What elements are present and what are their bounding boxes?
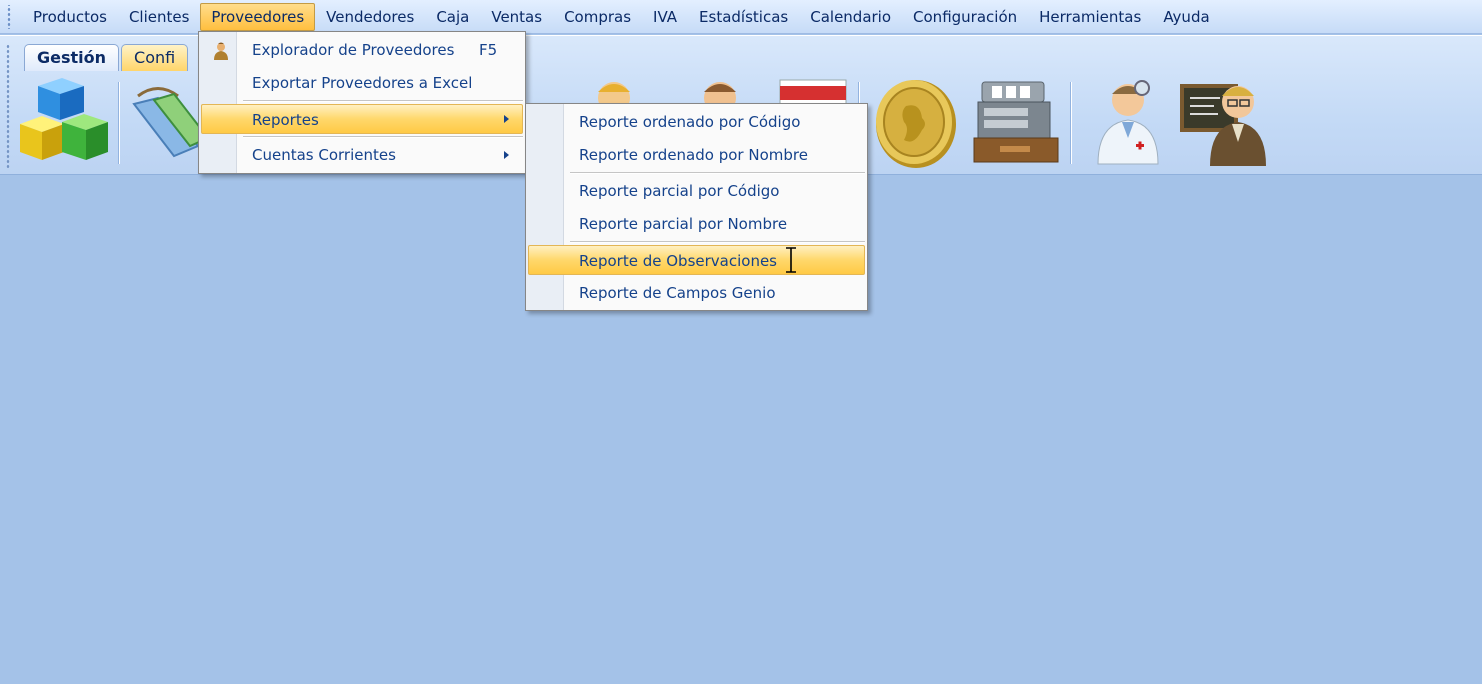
menu-compras[interactable]: Compras: [553, 3, 642, 31]
menu-configuracion[interactable]: Configuración: [902, 3, 1028, 31]
menu-herramientas[interactable]: Herramientas: [1028, 3, 1152, 31]
ribbon-separator: [118, 82, 119, 164]
ribbon-tabs: Gestión Confi: [24, 44, 189, 71]
menu-caja[interactable]: Caja: [425, 3, 480, 31]
menu-productos[interactable]: Productos: [22, 3, 118, 31]
menu-iva[interactable]: IVA: [642, 3, 688, 31]
menu-estadisticas[interactable]: Estadísticas: [688, 3, 799, 31]
menu-item-label: Reporte ordenado por Nombre: [579, 146, 808, 164]
menu-item-reporte-ordenado-nombre[interactable]: Reporte ordenado por Nombre: [528, 140, 865, 170]
ribbon-separator: [1070, 82, 1071, 164]
menu-separator: [243, 136, 523, 137]
menu-item-reporte-ordenado-codigo[interactable]: Reporte ordenado por Código: [528, 107, 865, 137]
submenu-arrow-icon: [504, 151, 509, 159]
ribbon-grip[interactable]: [6, 44, 12, 168]
doctor-icon[interactable]: [1084, 76, 1176, 168]
menu-item-exportar-excel[interactable]: Exportar Proveedores a Excel: [201, 68, 523, 98]
menu-item-label: Cuentas Corrientes: [252, 146, 396, 164]
menu-calendario[interactable]: Calendario: [799, 3, 902, 31]
teacher-icon[interactable]: [1180, 76, 1272, 168]
submenu-arrow-icon: [504, 115, 509, 123]
tab-configuracion[interactable]: Confi: [121, 44, 189, 71]
person-icon: [214, 42, 228, 60]
menu-ventas[interactable]: Ventas: [480, 3, 553, 31]
coin-icon[interactable]: [870, 76, 962, 168]
menu-item-explorador-proveedores[interactable]: Explorador de Proveedores F5: [201, 35, 523, 65]
menubar-grip[interactable]: [4, 4, 18, 29]
main-workspace[interactable]: [0, 176, 1482, 684]
menu-item-label: Explorador de Proveedores: [252, 41, 455, 59]
menu-proveedores[interactable]: Proveedores: [200, 2, 316, 31]
menu-item-label: Reportes: [252, 111, 319, 129]
tab-gestion[interactable]: Gestión: [24, 44, 120, 71]
menu-clientes[interactable]: Clientes: [118, 3, 200, 31]
menu-vendedores[interactable]: Vendedores: [315, 3, 425, 31]
menu-item-label: Exportar Proveedores a Excel: [252, 74, 473, 92]
menu-separator: [570, 172, 865, 173]
menu-ayuda[interactable]: Ayuda: [1152, 3, 1220, 31]
cash-register-icon[interactable]: [970, 76, 1062, 168]
menu-item-shortcut: F5: [479, 41, 498, 59]
menu-item-cuentas-corrientes[interactable]: Cuentas Corrientes: [201, 140, 523, 170]
menu-item-reportes[interactable]: Reportes: [201, 104, 523, 134]
menu-item-label: Reporte ordenado por Código: [579, 113, 801, 131]
proveedores-menu: Explorador de Proveedores F5 Exportar Pr…: [198, 31, 526, 174]
menu-separator: [243, 100, 523, 101]
menu-bar: Productos Clientes Proveedores Vendedore…: [0, 0, 1482, 34]
cubes-icon[interactable]: [18, 76, 110, 168]
